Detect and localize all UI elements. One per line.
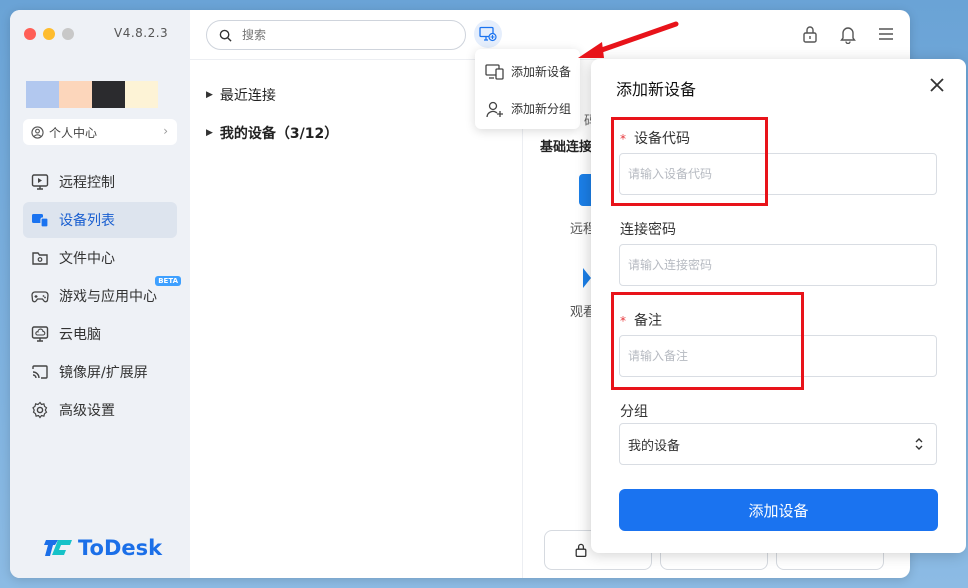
caret-right-icon: ▶ [206,90,213,100]
sidebar-item-label: 镜像屏/扩展屏 [59,365,148,381]
sidebar-item-cloud-pc[interactable]: 云电脑 [23,316,177,352]
group-select[interactable]: 我的设备 [619,423,937,465]
tree-item-label: 最近连接 [219,88,276,104]
profile-center-button[interactable]: 个人中心 › [23,119,177,145]
monitor-remote-icon [31,174,49,190]
red-arrow-annotation [578,21,679,58]
device-list-icon [32,214,49,228]
close-icon[interactable] [930,78,944,92]
gear-icon [32,401,48,419]
topbar-actions [800,24,896,44]
device-tree: ▶ 最近连接 ▶ 我的设备（3/12） [206,76,338,152]
user-circle-icon [31,125,44,139]
group-label: 分组 [620,404,648,420]
sidebar-item-label: 设备列表 [59,213,115,229]
window-controls [24,28,74,40]
add-menu-dropdown: 添加新设备 添加新分组 [475,49,580,129]
sidebar-item-advanced-settings[interactable]: 高级设置 [23,392,177,428]
menu-item-add-device[interactable]: 添加新设备 [475,53,580,90]
sidebar-item-label: 文件中心 [59,251,115,267]
add-device-menu-button[interactable] [474,20,502,48]
maximize-window-button[interactable] [62,28,74,40]
basic-connection-title: 基础连接 [540,140,593,155]
app-version: V4.8.2.3 [114,26,169,40]
avatar[interactable] [26,81,158,115]
search-box[interactable] [206,20,466,50]
tree-item-label: 我的设备（3/12） [219,126,339,142]
cloud-pc-icon [31,326,49,342]
menu-item-add-group[interactable]: 添加新分组 [475,90,580,127]
sidebar-item-game-center[interactable]: 游戏与应用中心 BETA [23,276,181,314]
password-input[interactable] [619,244,937,286]
add-device-button[interactable]: 添加设备 [619,489,938,531]
sidebar-item-label: 云电脑 [59,327,101,343]
lock-icon[interactable] [800,24,820,44]
password-label: 连接密码 [620,222,676,238]
tree-item-my-devices[interactable]: ▶ 我的设备（3/12） [206,114,338,152]
add-device-icon [479,26,497,42]
sidebar-item-label: 游戏与应用中心 [59,289,157,305]
tree-item-recent[interactable]: ▶ 最近连接 [206,76,338,114]
search-icon [219,29,232,42]
sidebar-item-label: 远程控制 [59,175,115,191]
beta-badge: BETA [155,276,181,286]
add-group-icon [486,101,503,117]
sidebar-item-remote-control[interactable]: 远程控制 [23,164,177,200]
group-selected-value: 我的设备 [628,438,681,454]
cast-icon [32,365,48,379]
sidebar-item-label: 高级设置 [59,403,115,419]
caret-right-icon: ▶ [206,128,213,138]
sidebar-item-mirror-screen[interactable]: 镜像屏/扩展屏 [23,354,177,390]
sidebar-item-file-center[interactable]: 文件中心 [23,240,177,276]
highlight-box-device-code [611,117,768,206]
search-input[interactable] [242,28,442,42]
lock-icon [575,543,587,558]
add-device-icon [485,63,504,80]
menu-item-label: 添加新分组 [511,102,572,116]
brand-name: ToDesk [78,536,163,560]
bell-icon[interactable] [838,24,858,44]
sidebar-nav: 远程控制 设备列表 文件中心 游戏与应用中心 BETA 云电脑 镜像屏/扩展屏 … [23,164,181,430]
todesk-logo: ToDesk [44,536,162,560]
close-window-button[interactable] [24,28,36,40]
gamepad-icon [31,291,49,303]
minimize-window-button[interactable] [43,28,55,40]
chevron-right-icon: › [163,124,168,138]
menu-item-label: 添加新设备 [511,65,572,79]
sidebar: V4.8.2.3 个人中心 › 远程控制 设备列表 文件中心 游戏与应用中心 B… [10,10,190,578]
highlight-box-remark [611,292,804,390]
menu-icon[interactable] [876,24,896,44]
dialog-title: 添加新设备 [616,80,697,99]
folder-icon [32,252,48,265]
sidebar-item-device-list[interactable]: 设备列表 [23,202,177,238]
todesk-logo-icon [44,540,72,556]
profile-center-label: 个人中心 [49,125,98,140]
select-arrows-icon [915,438,923,450]
